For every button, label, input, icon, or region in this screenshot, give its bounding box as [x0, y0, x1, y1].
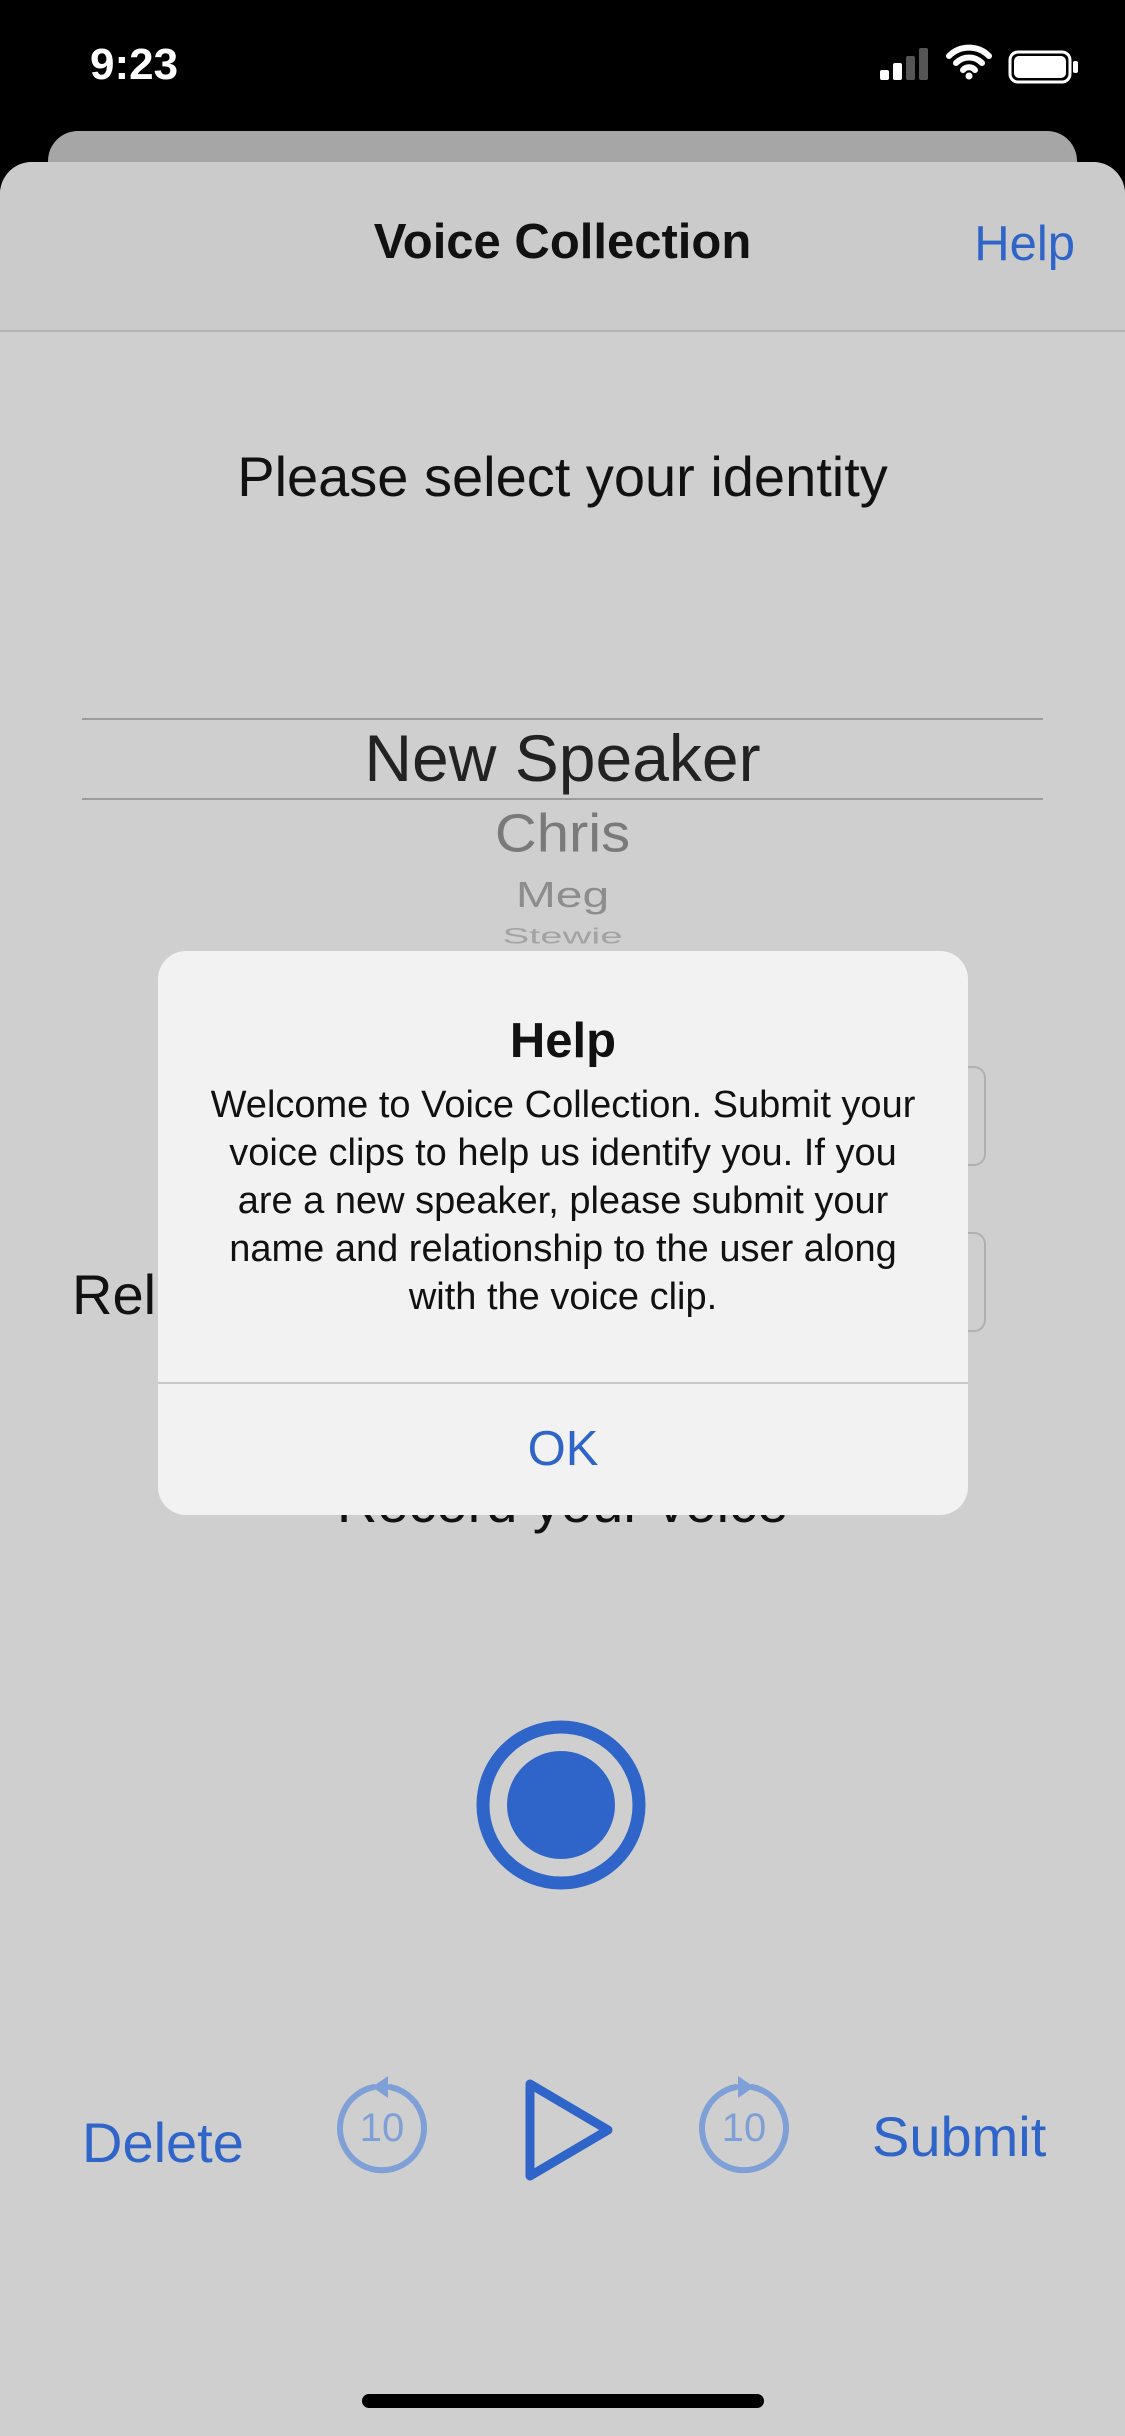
- cellular-signal-icon: [880, 48, 928, 80]
- identity-prompt: Please select your identity: [237, 445, 888, 508]
- home-indicator: [362, 2394, 764, 2408]
- delete-button[interactable]: Delete: [82, 2110, 244, 2175]
- voice-collection-sheet: Voice Collection Help Please select your…: [0, 162, 1125, 2436]
- picker-option[interactable]: Meg: [0, 875, 1125, 916]
- picker-bottom-divider: [82, 798, 1043, 800]
- submit-button[interactable]: Submit: [872, 2104, 1046, 2169]
- picker-option[interactable]: Chris: [0, 803, 1125, 865]
- ok-button[interactable]: OK: [158, 1384, 968, 1515]
- battery-icon: [1008, 50, 1078, 84]
- alert-message: Welcome to Voice Collection. Submit your…: [210, 1084, 916, 1318]
- play-button[interactable]: [520, 2076, 620, 2186]
- record-button[interactable]: [475, 1719, 647, 1891]
- rewind-seconds: 10: [359, 2106, 405, 2150]
- relationship-label: Rel: [72, 1263, 157, 1326]
- page-title: Voice Collection: [373, 215, 752, 269]
- forward-10-button[interactable]: 10: [694, 2072, 794, 2182]
- status-time: 9:23: [90, 40, 179, 89]
- help-alert: Help Welcome to Voice Collection. Submit…: [158, 951, 968, 1515]
- navigation-bar: Voice Collection Help: [0, 162, 1125, 332]
- wifi-icon: [946, 44, 992, 80]
- picker-option-selected[interactable]: New Speaker: [0, 720, 1125, 796]
- forward-seconds: 10: [721, 2106, 767, 2150]
- help-button[interactable]: Help: [974, 216, 1075, 272]
- picker-option[interactable]: Stewie: [0, 924, 1125, 949]
- alert-title: Help: [509, 1014, 617, 1068]
- rewind-10-button[interactable]: 10: [332, 2072, 432, 2182]
